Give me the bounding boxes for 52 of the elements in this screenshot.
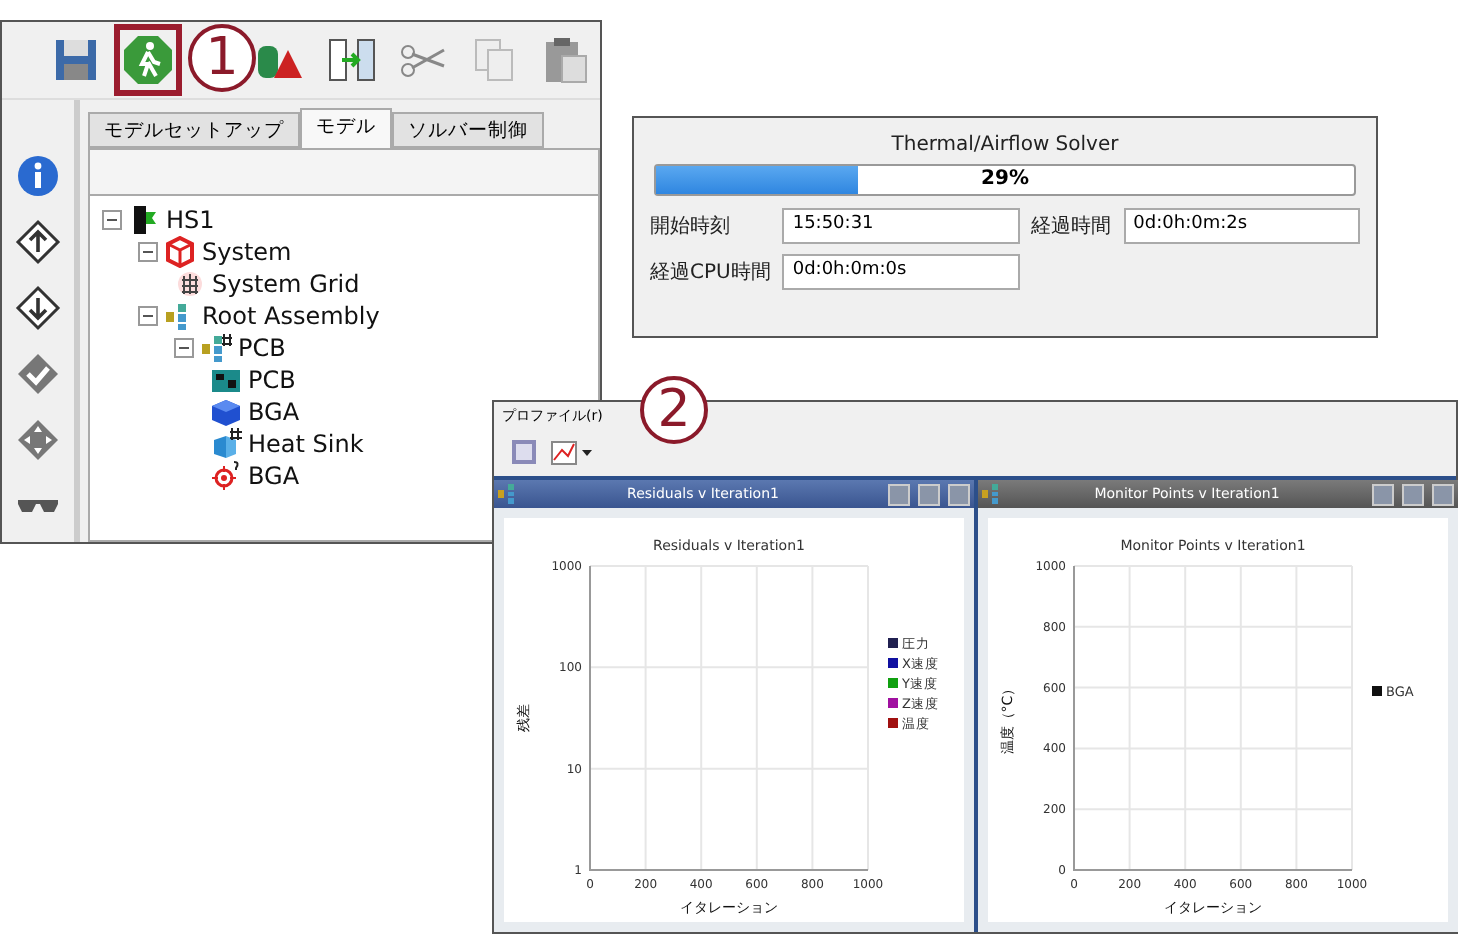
progress-reading: 29%	[979, 166, 1031, 194]
maximize-button[interactable]	[918, 483, 940, 505]
tree-item[interactable]: System	[202, 238, 292, 266]
assembly-icon	[200, 332, 232, 364]
grid-icon	[174, 268, 206, 300]
close-button[interactable]	[948, 483, 970, 505]
block-icon	[210, 396, 242, 428]
new-chart-icon[interactable]	[550, 438, 594, 466]
tree-icon	[982, 484, 1002, 504]
cube-icon	[164, 236, 196, 268]
heat-sink-icon	[210, 428, 242, 460]
dialog-title: Thermal/Airflow Solver	[889, 132, 1121, 160]
check-icon[interactable]	[14, 350, 62, 398]
target-icon	[210, 460, 242, 492]
tree-item[interactable]: BGA	[248, 398, 300, 426]
filter-field[interactable]	[90, 150, 598, 196]
tree-icon	[498, 484, 518, 504]
flag-icon	[128, 204, 160, 236]
tree-item[interactable]: System Grid	[212, 270, 360, 298]
tree-item[interactable]: Heat Sink	[248, 430, 364, 458]
info-icon[interactable]	[14, 152, 62, 200]
collapse-toggle-icon[interactable]	[138, 306, 158, 326]
time-field[interactable]: 15:50:31	[782, 208, 1020, 244]
field-label: 経過CPU時間	[650, 259, 771, 286]
board-icon	[210, 364, 242, 396]
tree-item[interactable]: BGA	[248, 462, 300, 490]
field-label: 経過時間	[1031, 213, 1112, 240]
collapse-toggle-icon[interactable]	[138, 242, 158, 262]
collapse-toggle-icon[interactable]	[102, 210, 122, 230]
walker-icon[interactable]	[121, 34, 174, 86]
tab[interactable]: モデル	[300, 108, 392, 148]
tree-item[interactable]: HS1	[166, 206, 215, 234]
tree-item[interactable]: PCB	[248, 366, 296, 394]
minimize-button[interactable]	[1372, 483, 1394, 505]
split-icon[interactable]	[325, 34, 377, 86]
move-icon[interactable]	[14, 416, 62, 464]
maximize-button[interactable]	[1402, 483, 1424, 505]
collapse-toggle-icon[interactable]	[174, 338, 194, 358]
chart-window-icon[interactable]	[510, 438, 538, 466]
up-arrow-icon[interactable]	[14, 218, 62, 266]
minimize-button[interactable]	[888, 483, 910, 505]
down-arrow-icon[interactable]	[14, 284, 62, 332]
paste-icon[interactable]	[540, 34, 593, 86]
callout-number: 2	[640, 376, 708, 444]
close-button[interactable]	[1432, 483, 1454, 505]
time-field[interactable]: 0d:0h:0m:2s	[1123, 208, 1360, 244]
time-field[interactable]: 0d:0h:0m:0s	[782, 254, 1020, 290]
field-label: 開始時刻	[650, 213, 732, 240]
tree-item[interactable]: Root Assembly	[202, 302, 380, 330]
tree-item[interactable]: PCB	[238, 334, 286, 362]
tab[interactable]: ソルバー制御	[392, 112, 544, 148]
tab[interactable]: モデルセットアップ	[88, 112, 300, 148]
